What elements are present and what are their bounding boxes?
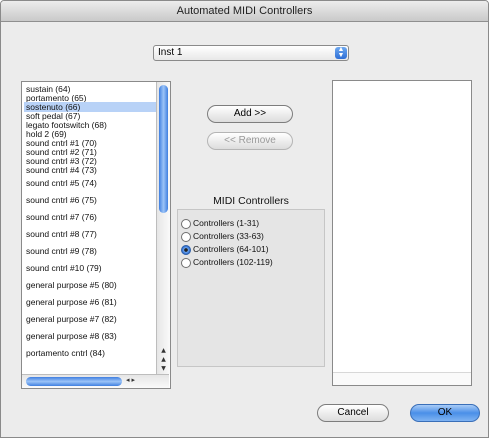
remove-button[interactable]: << Remove xyxy=(207,132,293,150)
radio-button-icon[interactable] xyxy=(181,219,191,229)
add-button[interactable]: Add >> xyxy=(207,105,293,123)
list-item[interactable]: sound cntrl #9 (78) xyxy=(24,246,160,256)
list-footer xyxy=(333,372,471,385)
scroll-arrow-buttons[interactable]: ▲ ▲ ▼ xyxy=(157,346,170,374)
vertical-scroll-thumb[interactable] xyxy=(159,85,168,213)
ok-button[interactable]: OK xyxy=(410,404,480,422)
list-item[interactable]: general purpose #5 (80) xyxy=(24,280,160,290)
automated-controllers-list[interactable] xyxy=(332,80,472,386)
midi-controllers-group-title: MIDI Controllers xyxy=(213,195,289,207)
radio-button-selected-icon[interactable] xyxy=(181,245,191,255)
list-item[interactable]: general purpose #8 (83) xyxy=(24,331,160,341)
horizontal-scroll-thumb[interactable] xyxy=(26,377,122,386)
cancel-button[interactable]: Cancel xyxy=(317,404,389,422)
window-title: Automated MIDI Controllers xyxy=(1,1,488,22)
list-item[interactable]: sound cntrl #10 (79) xyxy=(24,263,160,273)
vertical-scrollbar[interactable]: ▲ ▲ ▼ xyxy=(156,82,170,374)
horizontal-scroll-arrows[interactable]: ◂▸ xyxy=(126,376,137,384)
instrument-popup-value: Inst 1 xyxy=(158,47,183,58)
midi-controllers-group: Controllers (1-31) Controllers (33-63) C… xyxy=(177,209,325,367)
radio-button-icon[interactable] xyxy=(181,232,191,242)
list-item[interactable]: sound cntrl #7 (76) xyxy=(24,212,160,222)
popup-arrows-icon: ▲ ▼ xyxy=(335,46,347,59)
instrument-popup[interactable]: Inst 1 ▲ ▼ xyxy=(153,45,349,61)
list-item[interactable]: portamento cntrl (84) xyxy=(24,348,160,358)
automated-midi-controllers-dialog: Automated MIDI Controllers Inst 1 ▲ ▼ sus… xyxy=(0,0,489,438)
list-item[interactable]: general purpose #7 (82) xyxy=(24,314,160,324)
list-item[interactable]: sound cntrl #4 (73) xyxy=(24,165,160,175)
list-item[interactable]: sound cntrl #6 (75) xyxy=(24,195,160,205)
list-item[interactable]: sound cntrl #8 (77) xyxy=(24,229,160,239)
radio-button-icon[interactable] xyxy=(181,258,191,268)
list-item[interactable]: general purpose #6 (81) xyxy=(24,297,160,307)
horizontal-scrollbar[interactable]: ◂▸ xyxy=(22,374,169,388)
list-item[interactable]: sound cntrl #5 (74) xyxy=(24,178,160,188)
available-controllers-list[interactable]: sustain (64) portamento (65) sostenuto (66… xyxy=(21,81,171,389)
